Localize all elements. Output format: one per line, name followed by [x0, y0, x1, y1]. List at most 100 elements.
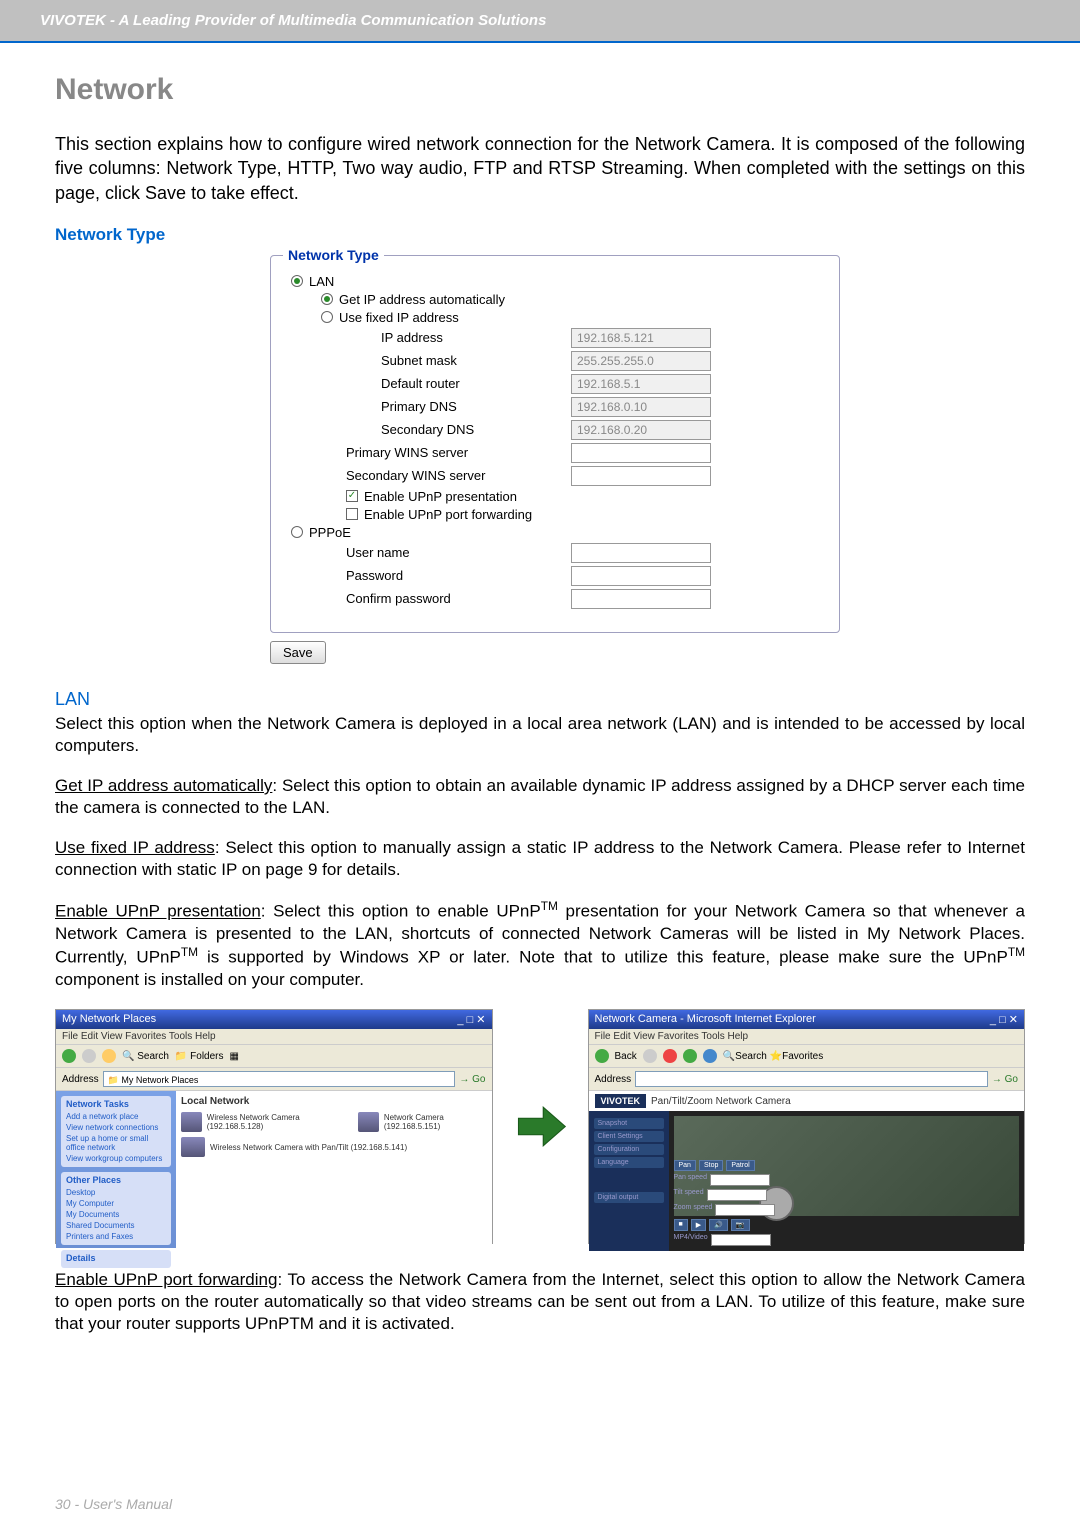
ctrl-icon: 📷	[731, 1219, 750, 1231]
browser-address-field	[635, 1071, 988, 1087]
browser-title: Network Camera - Microsoft Internet Expl…	[595, 1013, 816, 1026]
arrow-right-icon	[513, 1099, 568, 1154]
ctrl-icon: 🔊	[709, 1219, 728, 1231]
primary-wins-label: Primary WINS server	[346, 445, 571, 460]
details-title: Details	[66, 1253, 166, 1263]
upnp-presentation-label: Enable UPnP presentation	[364, 489, 517, 504]
get-ip-radio[interactable]	[321, 293, 333, 305]
sidebar-item: Desktop	[66, 1187, 166, 1198]
sidebar-item: View workgroup computers	[66, 1153, 166, 1164]
password-input[interactable]	[571, 566, 711, 586]
lan-label: LAN	[309, 274, 334, 289]
browser-titlebar: Network Camera - Microsoft Internet Expl…	[589, 1010, 1025, 1029]
camera-nav: Snapshot Client Settings Configuration L…	[589, 1111, 669, 1251]
device-item: Wireless Network Camera (192.168.5.128)	[181, 1112, 338, 1132]
camera-page-header: VIVOTEK Pan/Tilt/Zoom Network Camera	[589, 1091, 1025, 1111]
header-divider	[0, 41, 1080, 43]
back-icon	[595, 1049, 609, 1063]
router-label: Default router	[381, 376, 571, 391]
mp4-input	[711, 1234, 771, 1246]
folders-label: 📁 Folders	[175, 1051, 224, 1062]
header-banner: VIVOTEK - A Leading Provider of Multimed…	[0, 0, 1080, 41]
pan-button: Pan	[674, 1160, 696, 1171]
upnp-port-label: Enable UPnP port forwarding	[364, 507, 532, 522]
mp4-label: MP4/Video	[674, 1234, 708, 1246]
page-title: Network	[55, 73, 1025, 107]
pppoe-radio[interactable]	[291, 526, 303, 538]
confirm-password-input[interactable]	[571, 589, 711, 609]
sidebar-item: My Computer	[66, 1198, 166, 1209]
username-label: User name	[346, 545, 571, 560]
banner-text: VIVOTEK - A Leading Provider of Multimed…	[40, 12, 546, 29]
pppoe-label: PPPoE	[309, 525, 351, 540]
search-label: 🔍Search ⭐Favorites	[723, 1051, 824, 1062]
network-tasks-title: Network Tasks	[66, 1099, 166, 1109]
username-input[interactable]	[571, 543, 711, 563]
upnp-presentation-checkbox[interactable]: ✓	[346, 490, 358, 502]
zoom-speed-label: Zoom speed	[674, 1204, 713, 1216]
secondary-wins-label: Secondary WINS server	[346, 468, 571, 483]
refresh-icon	[683, 1049, 697, 1063]
fixed-ip-radio[interactable]	[321, 311, 333, 323]
sidebar-item: Printers and Faxes	[66, 1231, 166, 1242]
upnp-presentation-paragraph: Enable UPnP presentation: Select this op…	[55, 899, 1025, 991]
browser-menubar: File Edit View Favorites Tools Help	[589, 1029, 1025, 1045]
nav-item: Configuration	[594, 1144, 664, 1155]
fieldset-legend: Network Type	[283, 247, 384, 263]
subnet-label: Subnet mask	[381, 353, 571, 368]
page-footer: 30 - User's Manual	[55, 1496, 172, 1512]
subnet-input[interactable]	[571, 351, 711, 371]
camera-page-title: Pan/Tilt/Zoom Network Camera	[651, 1096, 791, 1107]
nav-item: Client Settings	[594, 1131, 664, 1142]
window-menubar: File Edit View Favorites Tools Help	[56, 1029, 492, 1045]
password-label: Password	[346, 568, 571, 583]
explorer-sidebar: Network Tasks Add a network place View n…	[56, 1091, 176, 1248]
ip-address-label: IP address	[381, 330, 571, 345]
nav-item: Digital output	[594, 1192, 664, 1203]
get-ip-label: Get IP address automatically	[339, 292, 505, 307]
lan-description: Select this option when the Network Came…	[55, 713, 1025, 757]
lan-radio[interactable]	[291, 275, 303, 287]
other-places-title: Other Places	[66, 1175, 166, 1185]
browser-toolbar: Back 🔍Search ⭐Favorites	[589, 1045, 1025, 1068]
sidebar-item: Add a network place	[66, 1111, 166, 1122]
ip-address-input[interactable]	[571, 328, 711, 348]
network-type-heading: Network Type	[55, 225, 1025, 245]
window-controls-icon: _ □ ✕	[457, 1013, 485, 1026]
tilt-speed-input	[707, 1189, 767, 1201]
camera-preview-area: Pan Stop Patrol Pan speed Tilt speed Zoo…	[669, 1111, 1025, 1251]
stop-icon	[663, 1049, 677, 1063]
primary-wins-input[interactable]	[571, 443, 711, 463]
address-field: 📁 My Network Places	[103, 1071, 456, 1087]
get-ip-paragraph: Get IP address automatically: Select thi…	[55, 775, 1025, 819]
back-label: Back	[615, 1051, 637, 1062]
ctrl-icon: ▶	[691, 1219, 706, 1231]
browser-screenshot: Network Camera - Microsoft Internet Expl…	[588, 1009, 1026, 1244]
search-label: 🔍 Search	[122, 1051, 169, 1062]
secondary-wins-input[interactable]	[571, 466, 711, 486]
address-label: Address	[62, 1074, 99, 1085]
stop-button: Stop	[699, 1160, 723, 1171]
sidebar-item: Shared Documents	[66, 1220, 166, 1231]
pan-speed-label: Pan speed	[674, 1174, 707, 1186]
secondary-dns-input[interactable]	[571, 420, 711, 440]
confirm-password-label: Confirm password	[346, 591, 571, 606]
forward-icon	[82, 1049, 96, 1063]
ctrl-icon: ■	[674, 1219, 688, 1231]
camera-controls: Pan Stop Patrol Pan speed Tilt speed Zoo…	[674, 1160, 776, 1246]
save-button[interactable]: Save	[270, 641, 326, 664]
router-input[interactable]	[571, 374, 711, 394]
upnp-port-checkbox[interactable]	[346, 508, 358, 520]
fixed-ip-underline: Use fixed IP address	[55, 838, 215, 857]
zoom-speed-input	[715, 1204, 775, 1216]
screenshots-row: My Network Places _ □ ✕ File Edit View F…	[55, 1009, 1025, 1244]
home-icon	[703, 1049, 717, 1063]
window-title: My Network Places	[62, 1013, 156, 1026]
upnp-pres-underline: Enable UPnP presentation	[55, 902, 261, 921]
nav-item: Snapshot	[594, 1118, 664, 1129]
my-network-places-screenshot: My Network Places _ □ ✕ File Edit View F…	[55, 1009, 493, 1244]
camera-icon	[181, 1112, 202, 1132]
sidebar-item: View network connections	[66, 1122, 166, 1133]
primary-dns-input[interactable]	[571, 397, 711, 417]
forward-icon	[643, 1049, 657, 1063]
